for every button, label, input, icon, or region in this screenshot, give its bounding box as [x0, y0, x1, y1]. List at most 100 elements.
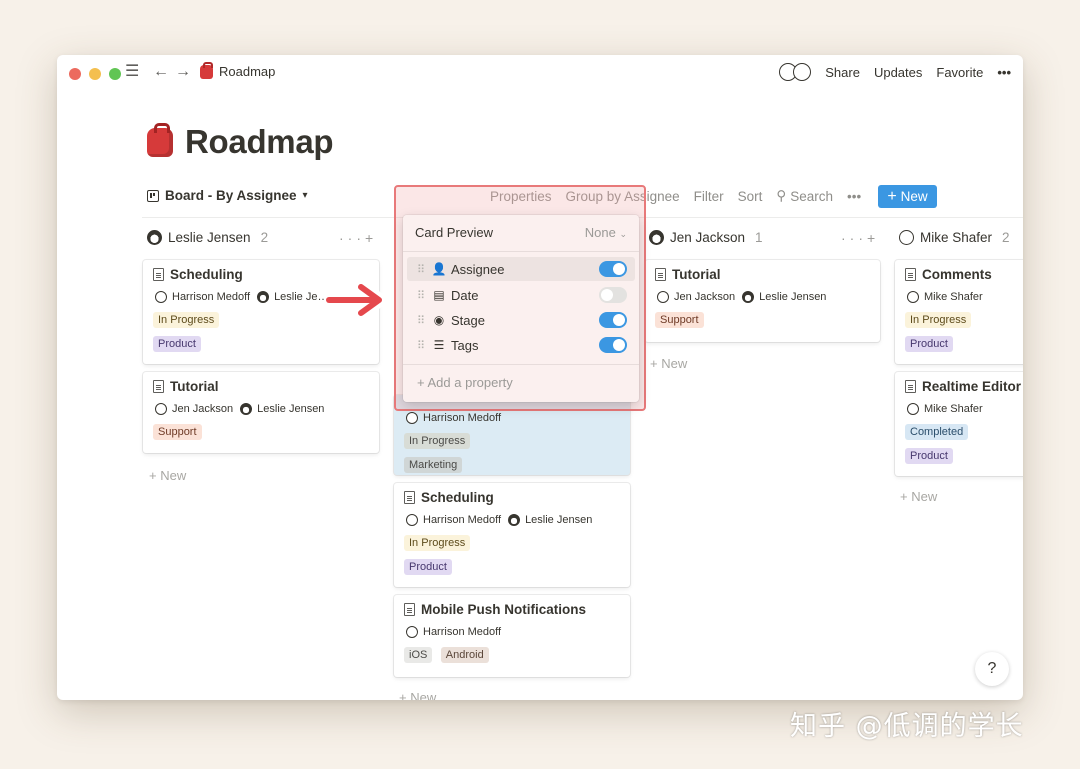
drag-handle-icon[interactable]: ⠿	[417, 263, 431, 276]
updates-button[interactable]: Updates	[874, 65, 922, 80]
page-title-text[interactable]: Roadmap	[185, 123, 334, 161]
property-toggle[interactable]	[599, 337, 627, 353]
document-icon	[905, 380, 916, 393]
zoom-window-button[interactable]	[109, 68, 121, 80]
drag-handle-icon[interactable]: ⠿	[417, 339, 431, 352]
card-assignees: Harrison Medoff	[404, 412, 620, 424]
card-title: Mobile Push Notifications	[404, 602, 620, 617]
assignee-name: Harrison Medoff	[172, 291, 251, 303]
assignee-name: Leslie Jensen	[759, 291, 827, 303]
property-row-tags[interactable]: ⠿ ☰ Tags	[407, 333, 635, 357]
new-button-label: New	[900, 189, 928, 204]
add-card-button[interactable]: + New	[149, 468, 186, 483]
filter-button[interactable]: Filter	[694, 189, 724, 204]
property-toggle[interactable]	[599, 287, 627, 303]
add-property-button[interactable]: + Add a property	[417, 375, 513, 390]
card-preview-select[interactable]: None ⌄	[585, 225, 627, 240]
forward-arrow-icon[interactable]: →	[175, 63, 191, 81]
new-button[interactable]: + New	[878, 185, 937, 208]
card[interactable]: Comments Mike Shafer In Progress Product	[895, 260, 1023, 364]
avatar	[257, 291, 270, 303]
document-icon	[404, 491, 415, 504]
stage-tag: In Progress	[404, 433, 471, 449]
platform-tag: Android	[440, 647, 489, 663]
card-preview-label: Card Preview	[415, 225, 494, 240]
property-row-date[interactable]: ⠿ ▤ Date	[407, 283, 635, 307]
avatar	[406, 626, 418, 638]
avatar	[742, 291, 755, 303]
card[interactable]: Tutorial Jen Jackson Leslie Jensen Suppo…	[645, 260, 880, 342]
more-options-button[interactable]: •••	[997, 65, 1011, 80]
minimize-window-button[interactable]	[89, 68, 101, 80]
plus-icon: +	[887, 187, 897, 205]
drag-handle-icon[interactable]: ⠿	[417, 289, 431, 302]
property-label: Stage	[451, 312, 485, 328]
column-header-leslie-jensen[interactable]: Leslie Jensen 2	[147, 230, 268, 245]
card-assignees: Harrison Medoff	[404, 626, 620, 638]
column-more-icon[interactable]: ···	[339, 230, 365, 246]
card-assignees: Mike Shafer	[905, 291, 1023, 303]
sidebar-menu-icon[interactable]: ☰	[125, 63, 139, 81]
help-button[interactable]: ?	[975, 652, 1009, 686]
category-tag: Support	[655, 312, 704, 328]
card-preview-row[interactable]: Card Preview None ⌄	[415, 225, 627, 240]
card[interactable]: Realtime Editor Mike Shafer Completed Pr…	[895, 372, 1023, 476]
collaborator-avatars[interactable]	[779, 63, 812, 81]
property-label: Assignee	[451, 261, 505, 277]
avatar	[657, 291, 669, 303]
back-arrow-icon[interactable]: ←	[153, 63, 169, 81]
card-title: Tutorial	[153, 379, 369, 394]
stage-icon: ◉	[433, 313, 445, 327]
share-button[interactable]: Share	[825, 65, 860, 80]
avatar	[907, 403, 919, 415]
board-icon	[147, 189, 159, 202]
view-more-button[interactable]: •••	[847, 189, 861, 204]
property-row-stage[interactable]: ⠿ ◉ Stage	[407, 308, 635, 332]
assignee-name: Mike Shafer	[924, 403, 983, 415]
document-icon	[404, 603, 415, 616]
property-toggle[interactable]	[599, 261, 627, 277]
card-assignees: Jen Jackson Leslie Jensen	[655, 291, 870, 303]
column-add-icon[interactable]: +	[365, 230, 377, 246]
card-title-text: Mobile Push Notifications	[421, 602, 587, 617]
add-card-label: New	[410, 690, 437, 700]
favorite-button[interactable]: Favorite	[936, 65, 983, 80]
view-selector[interactable]: Board - By Assignee ▾	[147, 188, 308, 203]
app-window: ☰ ← → Roadmap Share Updates Favorite •••…	[57, 55, 1023, 700]
avatar	[406, 412, 418, 424]
column-more-icon[interactable]: ···	[841, 230, 867, 246]
card-title: Tutorial	[655, 267, 870, 282]
close-window-button[interactable]	[69, 68, 81, 80]
card[interactable]: Scheduling Harrison Medoff Leslie Jensen…	[394, 483, 630, 587]
column-tools: ···+	[841, 230, 879, 246]
breadcrumb-label: Roadmap	[219, 64, 276, 79]
search-button[interactable]: ⚲ Search	[776, 188, 833, 204]
avatar	[907, 291, 919, 303]
column-header-mike-shafer[interactable]: Mike Shafer 2	[899, 230, 1010, 245]
add-card-button[interactable]: + New	[900, 489, 937, 504]
search-label: Search	[790, 188, 834, 204]
property-label: Date	[451, 287, 479, 303]
column-header-jen-jackson[interactable]: Jen Jackson 1	[649, 230, 763, 245]
property-toggle[interactable]	[599, 312, 627, 328]
assignee-name: Leslie Jensen	[257, 403, 325, 415]
assignee-icon: 👤	[431, 262, 447, 276]
list-icon: ☰	[433, 338, 445, 352]
top-bar: ☰ ← → Roadmap Share Updates Favorite •••	[57, 55, 1023, 91]
property-row-assignee[interactable]: ⠿ 👤 Assignee	[407, 257, 635, 281]
avatar	[508, 514, 521, 526]
add-card-button[interactable]: + New	[399, 690, 436, 700]
stage-tag: In Progress	[905, 312, 972, 328]
column-name: Mike Shafer	[920, 230, 993, 245]
add-card-button[interactable]: + New	[650, 356, 687, 371]
column-add-icon[interactable]: +	[867, 230, 879, 246]
breadcrumb[interactable]: Roadmap	[200, 61, 276, 79]
card[interactable]: Tutorial Jen Jackson Leslie Jensen Suppo…	[143, 372, 379, 453]
card[interactable]: Mobile Push Notifications Harrison Medof…	[394, 595, 630, 677]
backpack-icon[interactable]	[147, 122, 173, 157]
drag-handle-icon[interactable]: ⠿	[417, 314, 431, 327]
backpack-icon	[200, 61, 213, 79]
property-label: Tags	[451, 337, 479, 353]
sort-button[interactable]: Sort	[738, 189, 763, 204]
column-count: 2	[1002, 230, 1010, 245]
